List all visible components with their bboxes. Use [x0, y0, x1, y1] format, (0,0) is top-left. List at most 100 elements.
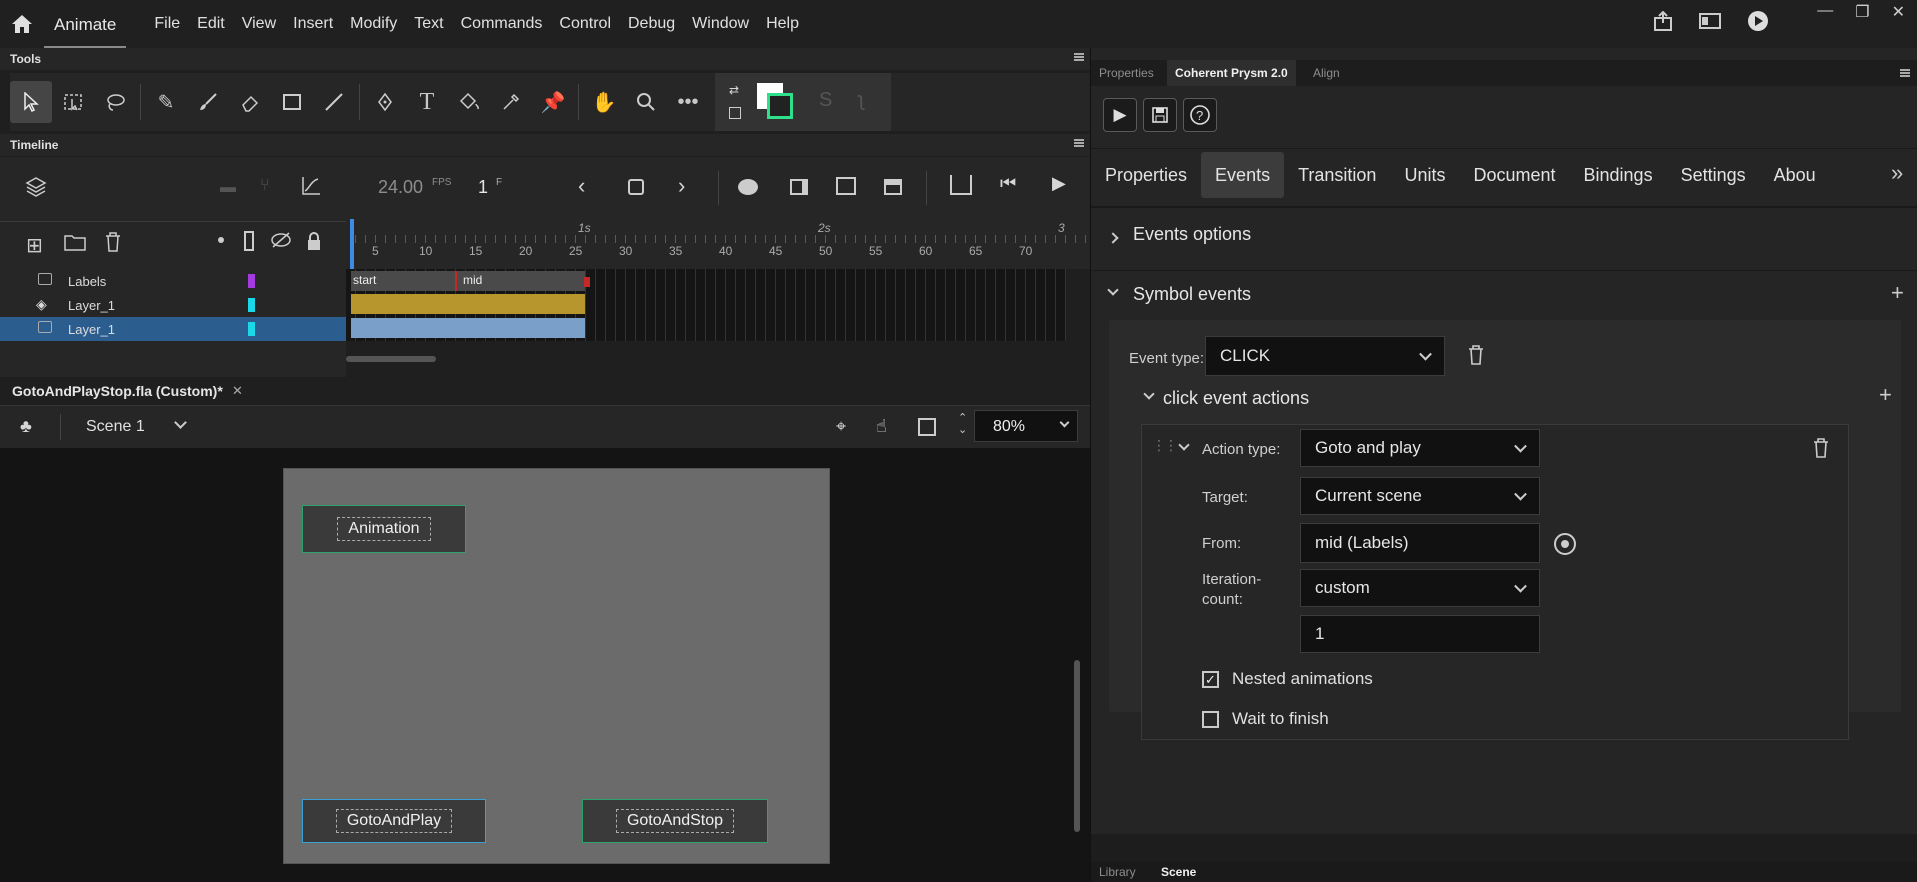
- pin-icon[interactable]: 📌: [532, 81, 574, 123]
- action-type-dropdown[interactable]: Goto and play: [1300, 429, 1540, 467]
- onion-skin-icon[interactable]: [738, 179, 758, 195]
- target-dropdown[interactable]: Current scene: [1300, 477, 1540, 515]
- delete-event-icon[interactable]: [1467, 344, 1485, 371]
- layer-row-layer1-b[interactable]: Layer_1: [0, 317, 346, 341]
- rectangle-icon[interactable]: [271, 81, 313, 123]
- tab-library[interactable]: Library: [1099, 865, 1136, 879]
- menu-item-modify[interactable]: Modify: [350, 15, 397, 32]
- outline-icon[interactable]: [244, 231, 254, 251]
- zoom-field[interactable]: 80%: [974, 410, 1078, 442]
- more-tools-icon[interactable]: •••: [667, 81, 709, 123]
- event-type-dropdown[interactable]: CLICK: [1205, 336, 1445, 376]
- lasso-icon[interactable]: [94, 81, 136, 123]
- scene-name[interactable]: Scene 1: [86, 418, 145, 436]
- tab-transition[interactable]: Transition: [1284, 152, 1390, 198]
- restore-icon[interactable]: ❐: [1855, 2, 1869, 22]
- more-tabs-icon[interactable]: »: [1891, 160, 1903, 186]
- pencil-icon[interactable]: ✎: [145, 81, 187, 123]
- clip-stage-icon[interactable]: [918, 418, 936, 436]
- tab-settings[interactable]: Settings: [1667, 152, 1760, 198]
- zoom-icon[interactable]: [625, 81, 667, 123]
- menu-item-edit[interactable]: Edit: [197, 15, 225, 32]
- edit-multiple-frames-icon[interactable]: [790, 179, 808, 195]
- tab-properties[interactable]: Properties: [1091, 152, 1201, 198]
- tools-menu-icon[interactable]: [1074, 53, 1084, 61]
- timeline-menu-icon[interactable]: [1074, 139, 1084, 147]
- playhead[interactable]: [350, 219, 354, 269]
- minimize-icon[interactable]: —: [1817, 2, 1833, 22]
- help-icon[interactable]: ?: [1183, 98, 1217, 132]
- hide-all-icon[interactable]: [270, 231, 292, 254]
- menu-item-text[interactable]: Text: [414, 15, 443, 32]
- menu-item-debug[interactable]: Debug: [628, 15, 675, 32]
- menu-item-file[interactable]: File: [154, 15, 180, 32]
- hand-icon[interactable]: ✋: [583, 81, 625, 123]
- menu-item-control[interactable]: Control: [559, 15, 611, 32]
- delete-layer-icon[interactable]: [104, 231, 122, 258]
- menu-item-commands[interactable]: Commands: [461, 15, 543, 32]
- lock-all-icon[interactable]: [306, 231, 322, 256]
- animation-symbol[interactable]: Animation: [302, 505, 466, 553]
- camera-pan-icon[interactable]: ☝: [876, 416, 887, 437]
- drag-handle-icon[interactable]: ⋮⋮: [1152, 437, 1178, 454]
- tab-units[interactable]: Units: [1390, 152, 1459, 198]
- previous-keyframe-icon[interactable]: ‹: [578, 173, 585, 199]
- stage-scrollbar[interactable]: [1074, 660, 1080, 832]
- text-icon[interactable]: T: [406, 81, 448, 123]
- play-icon[interactable]: ▶: [1052, 173, 1066, 194]
- symbol-events-header[interactable]: Symbol events: [1133, 284, 1251, 305]
- nested-animations-checkbox[interactable]: ✓: [1202, 671, 1219, 688]
- layer-color-swatch[interactable]: [248, 322, 255, 336]
- loop-icon[interactable]: [950, 175, 972, 195]
- delete-action-icon[interactable]: [1812, 437, 1830, 464]
- new-folder-icon[interactable]: [64, 233, 86, 256]
- zoom-dropdown-icon[interactable]: [1059, 417, 1070, 428]
- stage-canvas[interactable]: Animation GotoAndPlay GotoAndStop: [283, 468, 830, 864]
- tab-scene[interactable]: Scene: [1161, 865, 1196, 879]
- iteration-dropdown[interactable]: custom: [1300, 569, 1540, 607]
- collapse-actions-icon[interactable]: [1143, 388, 1155, 400]
- menu-item-help[interactable]: Help: [766, 15, 799, 32]
- tab-coherent-prysm[interactable]: Coherent Prysm 2.0: [1167, 60, 1296, 86]
- eraser-icon[interactable]: [229, 81, 271, 123]
- tab-bindings[interactable]: Bindings: [1570, 152, 1667, 198]
- eyedropper-icon[interactable]: [490, 81, 532, 123]
- panel-menu-icon[interactable]: [1900, 69, 1910, 77]
- from-input[interactable]: mid (Labels): [1300, 523, 1540, 563]
- home-icon[interactable]: [0, 0, 44, 48]
- gotoandplay-button[interactable]: GotoAndPlay: [302, 799, 486, 843]
- layer-row-labels[interactable]: Labels: [0, 269, 346, 293]
- tween-span[interactable]: [351, 294, 585, 314]
- save-icon[interactable]: [1143, 98, 1177, 132]
- events-options-header[interactable]: Events options: [1133, 224, 1251, 245]
- tab-abou[interactable]: Abou: [1760, 152, 1830, 198]
- add-action-icon[interactable]: +: [1879, 382, 1892, 408]
- create-tween-icon[interactable]: [836, 177, 856, 195]
- frame-ruler[interactable]: 5 10 15 20 25 30 35 40 45 50 55 60 65 70 1s 2s 3: [346, 219, 1090, 269]
- timeline-scrollbar[interactable]: [346, 356, 436, 362]
- selection-tool-icon[interactable]: [10, 81, 52, 123]
- snap-icon[interactable]: ⌖: [836, 416, 846, 437]
- free-transform-icon[interactable]: [52, 81, 94, 123]
- new-layer-icon[interactable]: ⊞: [26, 233, 43, 258]
- layer-color-swatch[interactable]: [248, 298, 255, 312]
- play-preview-icon[interactable]: ▶: [1103, 98, 1137, 132]
- collapse-action-icon[interactable]: [1178, 439, 1190, 451]
- add-symbol-event-icon[interactable]: +: [1891, 280, 1904, 306]
- close-icon[interactable]: ✕: [1892, 2, 1905, 22]
- current-frame[interactable]: 1: [478, 177, 488, 198]
- expand-events-options-icon[interactable]: [1107, 232, 1119, 244]
- fps-value[interactable]: 24.00: [378, 177, 423, 198]
- target-picker-icon[interactable]: [1554, 533, 1576, 555]
- scene-icon[interactable]: ♣: [20, 416, 32, 437]
- default-colors-icon[interactable]: [729, 107, 741, 119]
- wait-to-finish-checkbox[interactable]: [1202, 711, 1219, 728]
- zoom-stepper-icon[interactable]: ⌃ ⌄: [958, 412, 967, 436]
- tab-events[interactable]: Events: [1201, 152, 1285, 198]
- paint-bucket-icon[interactable]: [448, 81, 490, 123]
- document-tab[interactable]: GotoAndPlayStop.fla (Custom)*: [12, 383, 223, 399]
- close-tab-icon[interactable]: ✕: [232, 383, 243, 399]
- iteration-count-input[interactable]: 1: [1300, 615, 1540, 653]
- swap-colors-icon[interactable]: ⇄: [729, 83, 745, 99]
- test-movie-icon[interactable]: [1747, 10, 1769, 37]
